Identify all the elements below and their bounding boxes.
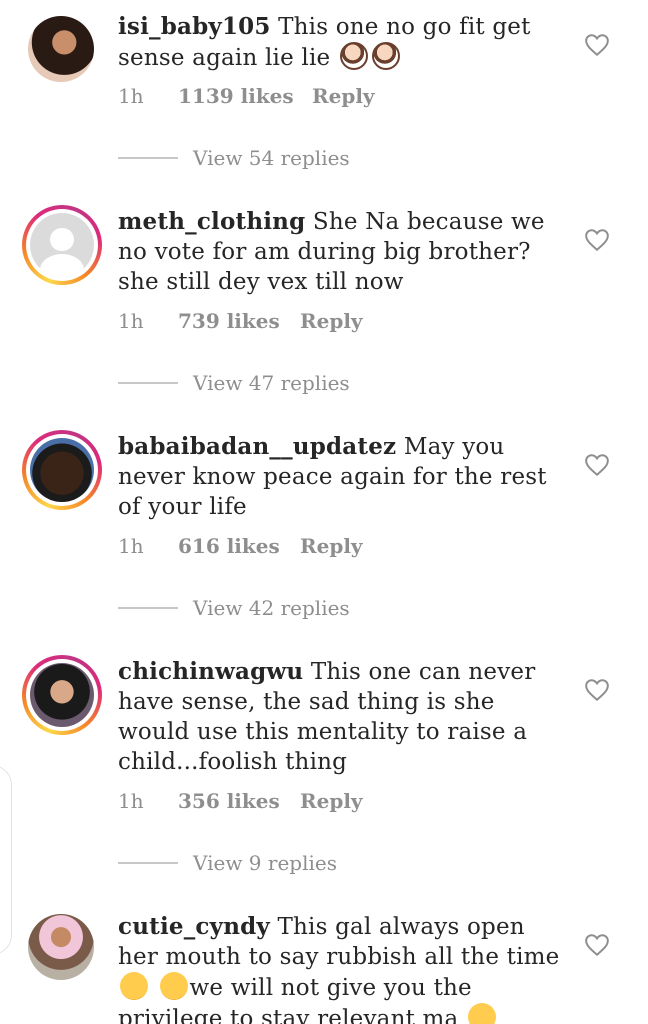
reply-button[interactable]: Reply <box>300 534 363 558</box>
heart-icon[interactable] <box>584 228 610 252</box>
comment-username[interactable]: chichinwagwu <box>118 658 303 685</box>
comment-meta: 1h 739 likes Reply <box>118 309 363 333</box>
comment-meta: 1h 616 likes Reply <box>118 534 363 558</box>
heart-icon[interactable] <box>584 678 610 702</box>
comment-text: babaibadan__updatez May you never know p… <box>118 432 568 522</box>
smirking-face-emoji-icon <box>467 1003 496 1024</box>
view-replies-button[interactable]: View 54 replies <box>118 146 350 170</box>
heart-icon[interactable] <box>584 453 610 477</box>
view-replies-label: View 47 replies <box>193 371 350 395</box>
weary-face-emoji-icon <box>120 972 148 1000</box>
reply-button[interactable]: Reply <box>300 309 363 333</box>
view-replies-button[interactable]: View 9 replies <box>118 851 337 875</box>
comment-username[interactable]: meth_clothing <box>118 208 305 235</box>
replies-divider <box>118 862 178 864</box>
comment-text: cutie_cyndy This gal always open her mou… <box>118 912 568 1024</box>
avatar[interactable] <box>22 430 102 510</box>
side-edge-panel <box>0 765 12 955</box>
comment-username[interactable]: isi_baby105 <box>118 13 271 40</box>
view-replies-button[interactable]: View 47 replies <box>118 371 350 395</box>
comment-meta: 1h 1139 likes Reply <box>118 84 375 108</box>
comment-likes[interactable]: 739 likes <box>178 309 300 333</box>
heart-icon[interactable] <box>584 33 610 57</box>
comment-text: meth_clothing She Na because we no vote … <box>118 207 568 297</box>
view-replies-label: View 9 replies <box>193 851 337 875</box>
comment-time: 1h <box>118 789 144 813</box>
avatar[interactable] <box>28 914 94 980</box>
replies-divider <box>118 382 178 384</box>
comment-time: 1h <box>118 309 144 333</box>
replies-divider <box>118 607 178 609</box>
comment-time: 1h <box>118 84 144 108</box>
heart-icon[interactable] <box>584 933 610 957</box>
avatar[interactable] <box>28 16 94 82</box>
view-replies-label: View 42 replies <box>193 596 350 620</box>
comment-text: isi_baby105 This one no go fit get sense… <box>118 12 568 73</box>
view-replies-button[interactable]: View 42 replies <box>118 596 350 620</box>
avatar[interactable] <box>22 205 102 285</box>
woman-facepalming-emoji-icon <box>371 42 400 70</box>
comment-username[interactable]: babaibadan__updatez <box>118 433 396 460</box>
reply-button[interactable]: Reply <box>300 789 363 813</box>
avatar[interactable] <box>22 655 102 735</box>
comment-likes[interactable]: 1139 likes <box>178 84 312 108</box>
comment-likes[interactable]: 616 likes <box>178 534 300 558</box>
replies-divider <box>118 157 178 159</box>
comment-text: chichinwagwu This one can never have sen… <box>118 657 568 777</box>
comment-time: 1h <box>118 534 144 558</box>
reply-button[interactable]: Reply <box>312 84 375 108</box>
comment-username[interactable]: cutie_cyndy <box>118 913 270 940</box>
weary-face-emoji-icon <box>159 972 188 1000</box>
comment-likes[interactable]: 356 likes <box>178 789 300 813</box>
woman-facepalming-emoji-icon <box>339 42 368 70</box>
view-replies-label: View 54 replies <box>193 146 350 170</box>
comment-meta: 1h 356 likes Reply <box>118 789 363 813</box>
